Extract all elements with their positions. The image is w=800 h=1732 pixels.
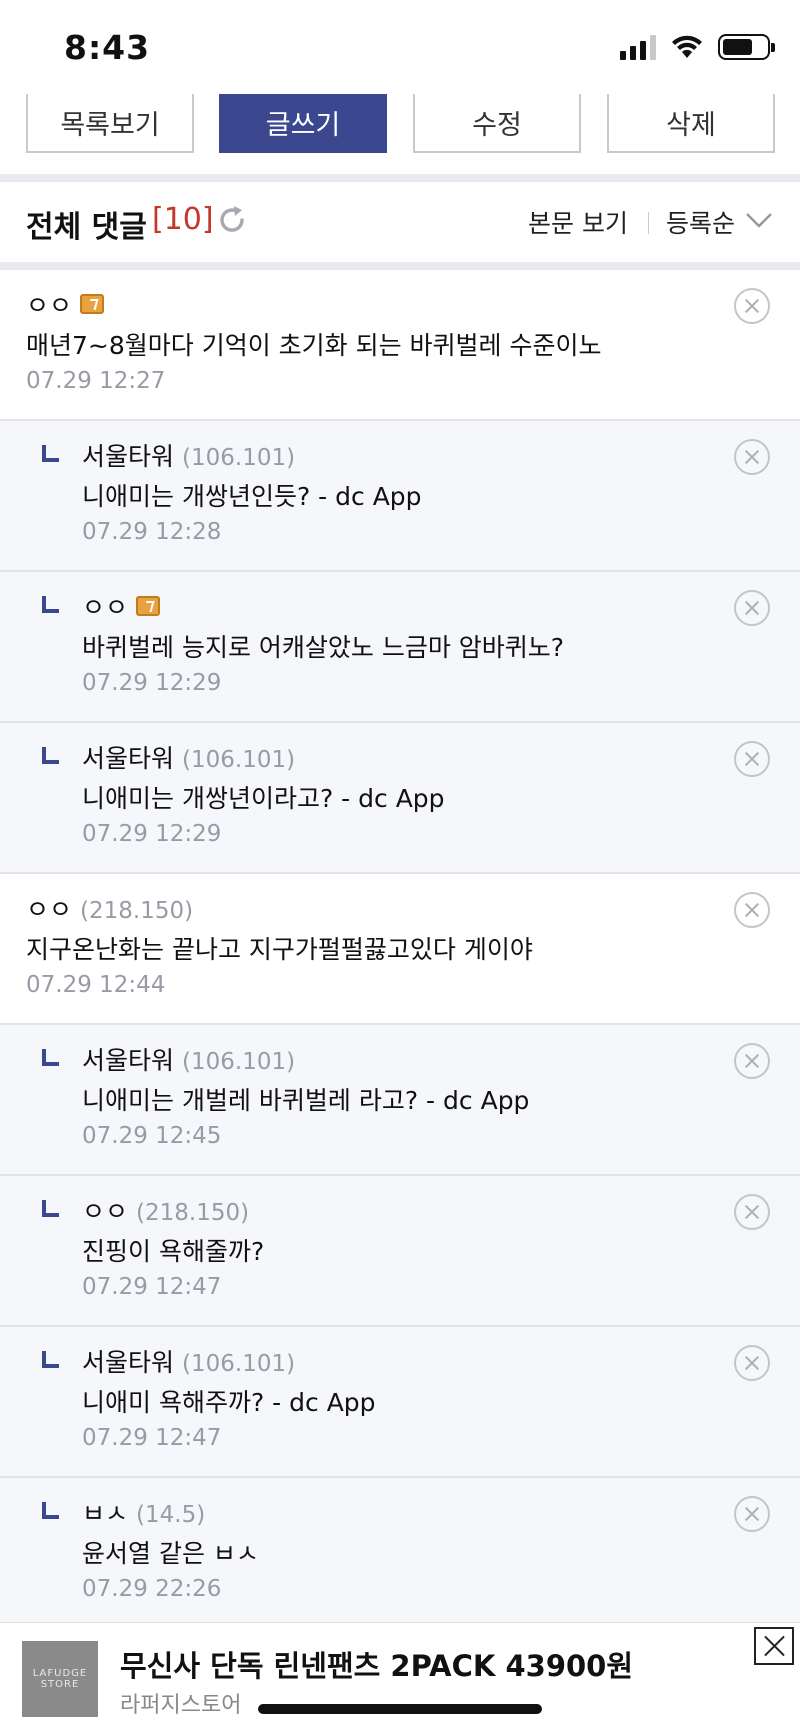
wifi-icon [672, 35, 702, 58]
author-name: 서울타워 [82, 744, 175, 773]
write-button[interactable]: 글쓰기 [219, 94, 387, 153]
comment-author[interactable]: 서울타워 (106.101) [82, 1343, 295, 1379]
author-ip: (106.101) [182, 1351, 296, 1377]
reply-row: ㅇㅇ (218.150) 진핑이 욕해줄까? 07.29 12:47 [0, 1176, 800, 1327]
ad-title[interactable]: 무신사 단독 린넨팬츠 2PACK 43900원 [120, 1643, 633, 1685]
author-name: ㅂㅅ [82, 1499, 129, 1528]
list-view-button[interactable]: 목록보기 [26, 94, 194, 153]
reply-arrow-icon [42, 1351, 59, 1368]
header-divider [648, 212, 649, 234]
comment-date: 07.29 12:45 [82, 1123, 222, 1149]
comment-text: 니애미는 개쌍년인듯? - dc App [82, 482, 422, 511]
status-bar: 8:43 [0, 0, 800, 94]
comment-author[interactable]: ㅇㅇ [26, 286, 105, 322]
reply-row: 서울타워 (106.101) 니애미는 개쌍년이라고? - dc App 07.2… [0, 723, 800, 874]
reply-row: 서울타워 (106.101) 니애미는 개벌레 바퀴벌레 라고? - dc App… [0, 1025, 800, 1176]
close-circle-icon[interactable] [734, 1043, 770, 1079]
close-circle-icon[interactable] [734, 439, 770, 475]
author-ip: (106.101) [182, 747, 296, 773]
comment-text: 진핑이 욕해줄까? [82, 1237, 265, 1266]
author-ip: (218.150) [80, 898, 194, 924]
close-circle-icon[interactable] [734, 741, 770, 777]
status-icons [620, 34, 775, 60]
reply-row: ㅇㅇ 바퀴벌레 능지로 어캐살았노 느금마 암바퀴노? 07.29 12:29 [0, 572, 800, 723]
reply-arrow-icon [42, 1502, 59, 1519]
comment-text: 매년7~8월마다 기억이 초기화 되는 바퀴벌레 수준이노 [26, 331, 602, 360]
author-name: ㅇㅇ [82, 1197, 129, 1226]
comment-text: 니애미는 개쌍년이라고? - dc App [82, 784, 445, 813]
delete-button[interactable]: 삭제 [607, 94, 775, 153]
comment-row: ㅇㅇ (218.150) 지구온난화는 끝나고 지구가펄펄끓고있다 게이야 07.… [0, 874, 800, 1025]
comment-row: ㅇㅇ 매년7~8월마다 기억이 초기화 되는 바퀴벌레 수준이노 07.29 1… [0, 270, 800, 421]
author-name: 서울타워 [82, 1046, 175, 1075]
close-circle-icon[interactable] [734, 1496, 770, 1532]
close-circle-icon[interactable] [734, 590, 770, 626]
section-divider [0, 262, 800, 270]
close-circle-icon[interactable] [734, 1194, 770, 1230]
author-ip: (106.101) [182, 1049, 296, 1075]
comments-title: 전체 댓글 [26, 210, 147, 245]
reply-arrow-icon [42, 747, 59, 764]
edit-button[interactable]: 수정 [413, 94, 581, 153]
comment-date: 07.29 12:44 [26, 972, 166, 998]
reply-arrow-icon [42, 1049, 59, 1066]
comment-author[interactable]: ㅇㅇ [82, 588, 161, 624]
reply-row: 서울타워 (106.101) 니애미는 개쌍년인듯? - dc App 07.29… [0, 421, 800, 572]
author-ip: (218.150) [136, 1200, 250, 1226]
section-divider [0, 174, 800, 182]
reply-row: ㅂㅅ (14.5) 윤서열 같은 ㅂㅅ 07.29 22:26 [0, 1478, 800, 1629]
close-circle-icon[interactable] [734, 288, 770, 324]
author-name: 서울타워 [82, 442, 175, 471]
comment-date: 07.29 22:26 [82, 1576, 222, 1602]
comment-author[interactable]: 서울타워 (106.101) [82, 437, 295, 473]
refresh-icon[interactable] [216, 204, 248, 236]
fixed-user-icon [136, 596, 161, 616]
signal-icon [620, 34, 656, 60]
comment-date: 07.29 12:47 [82, 1274, 222, 1300]
close-circle-icon[interactable] [734, 1345, 770, 1381]
comment-author[interactable]: ㅇㅇ (218.150) [82, 1192, 249, 1228]
author-ip: (14.5) [136, 1502, 206, 1528]
ad-banner[interactable]: LAFUDGE STORE 무신사 단독 린넨팬츠 2PACK 43900원 라… [0, 1622, 800, 1732]
author-name: 서울타워 [82, 1348, 175, 1377]
comment-author[interactable]: 서울타워 (106.101) [82, 739, 295, 775]
close-icon[interactable] [754, 1627, 794, 1665]
comment-text: 지구온난화는 끝나고 지구가펄펄끓고있다 게이야 [26, 935, 533, 964]
ad-thumbnail[interactable]: LAFUDGE STORE [22, 1641, 98, 1717]
comment-text: 윤서열 같은 ㅂㅅ [82, 1539, 259, 1568]
post-action-bar: 목록보기 글쓰기 수정 삭제 [0, 94, 800, 174]
comment-text: 니애미는 개벌레 바퀴벌레 라고? - dc App [82, 1086, 530, 1115]
close-circle-icon[interactable] [734, 892, 770, 928]
author-name: ㅇㅇ [26, 291, 73, 320]
comment-author[interactable]: ㅇㅇ (218.150) [26, 890, 193, 926]
author-name: ㅇㅇ [26, 895, 73, 924]
comment-date: 07.29 12:29 [82, 670, 222, 696]
reply-row: 서울타워 (106.101) 니애미 욕해주까? - dc App 07.29 1… [0, 1327, 800, 1478]
battery-icon [718, 34, 775, 60]
comment-date: 07.29 12:28 [82, 519, 222, 545]
comments-header: 전체 댓글 [10] 본문 보기 등록순 [0, 182, 800, 262]
comment-date: 07.29 12:27 [26, 368, 166, 394]
author-ip: (106.101) [182, 445, 296, 471]
comment-author[interactable]: ㅂㅅ (14.5) [82, 1494, 205, 1530]
sort-dropdown[interactable]: 등록순 [666, 204, 735, 240]
comment-text: 바퀴벌레 능지로 어캐살았노 느금마 암바퀴노? [82, 633, 565, 662]
comment-text: 니애미 욕해주까? - dc App [82, 1388, 376, 1417]
comment-date: 07.29 12:47 [82, 1425, 222, 1451]
comment-date: 07.29 12:29 [82, 821, 222, 847]
author-name: ㅇㅇ [82, 593, 129, 622]
comment-author[interactable]: 서울타워 (106.101) [82, 1041, 295, 1077]
reply-arrow-icon [42, 445, 59, 462]
view-body-link[interactable]: 본문 보기 [528, 204, 628, 240]
ad-subtitle: 라퍼지스토어 [120, 1693, 242, 1718]
reply-arrow-icon [42, 596, 59, 613]
status-time: 8:43 [64, 28, 151, 67]
fixed-user-icon [80, 294, 105, 314]
reply-arrow-icon [42, 1200, 59, 1217]
chevron-down-icon[interactable] [744, 208, 774, 232]
home-indicator[interactable] [258, 1704, 542, 1714]
comments-count: [10] [152, 202, 214, 237]
